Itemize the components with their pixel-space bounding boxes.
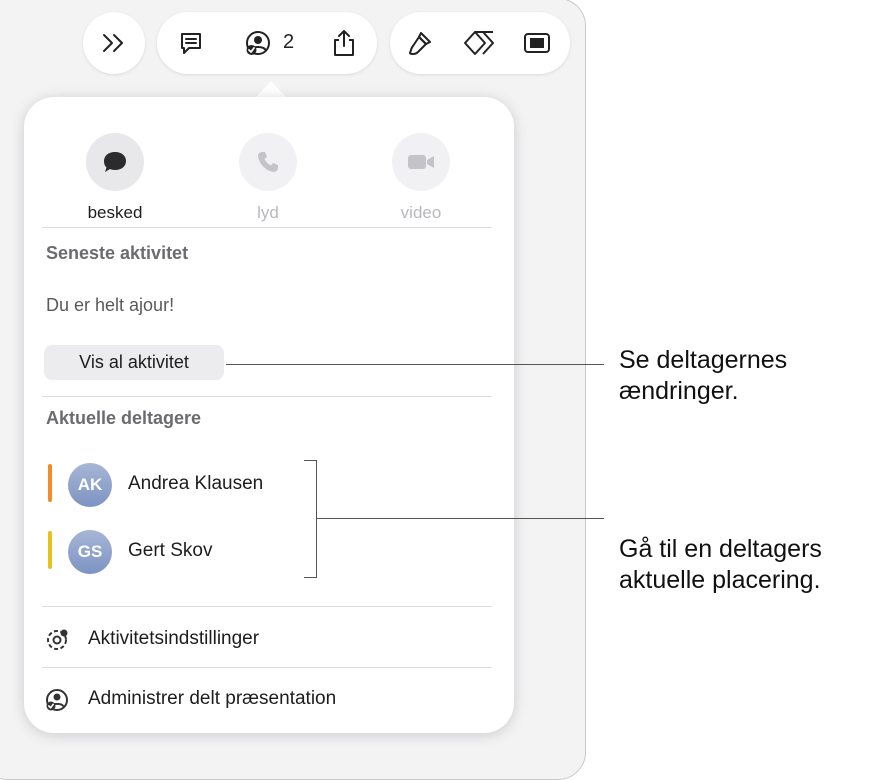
callout-location-line-1: Gå til en deltagers xyxy=(619,535,822,563)
participants-heading: Aktuelle deltagere xyxy=(46,408,202,428)
participant-name: Andrea Klausen xyxy=(128,473,264,494)
divider xyxy=(42,227,492,228)
collaboration-button[interactable] xyxy=(227,12,289,74)
participant-row[interactable]: GS Gert Skov xyxy=(44,526,344,580)
callout-leader-location xyxy=(317,518,604,519)
divider xyxy=(42,667,492,668)
divider xyxy=(42,396,492,397)
participants-bracket xyxy=(304,460,317,578)
manage-shared-icon xyxy=(46,689,68,711)
participant-row[interactable]: AK Andrea Klausen xyxy=(44,459,344,513)
manage-shared-label: Administrer delt præsentation xyxy=(88,688,337,709)
comment-icon xyxy=(181,33,201,54)
audio-action: lyd xyxy=(208,133,328,223)
manage-shared-item[interactable]: Administrer delt præsentation xyxy=(42,679,492,719)
avatar: AK xyxy=(68,463,112,507)
phone-icon xyxy=(258,152,278,172)
participant-color-bar xyxy=(48,531,52,569)
message-bubble-icon xyxy=(104,152,126,172)
activity-settings-item[interactable]: Aktivitetsindstillinger xyxy=(42,619,492,659)
share-button[interactable] xyxy=(313,12,375,74)
format-brush-icon xyxy=(409,32,431,55)
document-view-icon xyxy=(524,33,550,53)
divider xyxy=(42,606,492,607)
message-action-label: besked xyxy=(87,203,143,222)
video-camera-icon xyxy=(408,155,434,169)
callout-location-line-2: aktuelle placering. xyxy=(619,566,821,594)
document-view-button[interactable] xyxy=(506,12,568,74)
chevrons-right-icon xyxy=(103,34,123,52)
share-icon xyxy=(334,30,354,56)
video-action: video xyxy=(361,133,481,223)
collaboration-popover: besked lyd video Seneste aktivitet Du er… xyxy=(24,97,514,733)
collaborator-count: 2 xyxy=(283,31,295,53)
callout-location: Gå til en deltagers aktuelle placering. xyxy=(619,534,822,596)
show-all-activity-button[interactable]: Vis al aktivitet xyxy=(44,345,224,380)
callout-changes-line-1: Se deltagernes xyxy=(619,346,788,374)
callout-changes: Se deltagernes ændringer. xyxy=(619,345,787,407)
participant-name: Gert Skov xyxy=(128,540,213,561)
audio-action-label: lyd xyxy=(257,203,279,222)
callout-changes-line-2: ændringer. xyxy=(619,377,739,405)
collaboration-icon xyxy=(246,31,270,55)
avatar: GS xyxy=(68,530,112,574)
popover-pointer xyxy=(254,81,288,99)
animate-diamond-icon xyxy=(464,31,494,55)
animate-button[interactable] xyxy=(448,12,510,74)
activity-settings-icon xyxy=(47,629,68,650)
sidebar-toggle-button[interactable] xyxy=(83,12,145,74)
activity-settings-label: Aktivitetsindstillinger xyxy=(88,628,260,649)
recent-activity-heading: Seneste aktivitet xyxy=(46,243,189,263)
format-button[interactable] xyxy=(389,12,451,74)
message-action[interactable]: besked xyxy=(55,133,175,223)
video-action-label: video xyxy=(400,203,442,222)
activity-status: Du er helt ajour! xyxy=(46,295,175,315)
participant-color-bar xyxy=(48,464,52,502)
comment-button[interactable] xyxy=(160,12,222,74)
callout-leader-changes xyxy=(226,364,604,365)
